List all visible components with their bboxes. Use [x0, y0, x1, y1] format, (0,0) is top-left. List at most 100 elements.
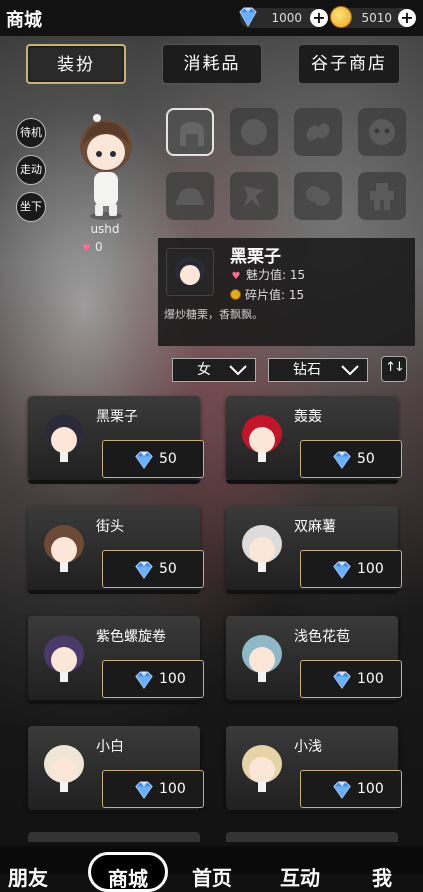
- hair-preview: [44, 525, 84, 572]
- slot-hat[interactable]: [166, 172, 214, 220]
- detail-thumbnail: [166, 248, 214, 296]
- currency-filter[interactable]: 钻石: [268, 358, 368, 382]
- add-diamonds-button[interactable]: +: [310, 9, 328, 27]
- buy-button[interactable]: 100: [102, 660, 204, 698]
- item-price: 100: [357, 561, 384, 577]
- item-price: 100: [357, 671, 384, 687]
- item-card[interactable]: 黑栗子 50: [28, 396, 204, 484]
- diamond-icon: [135, 561, 153, 579]
- item-card[interactable]: 双麻薯 100: [226, 506, 402, 594]
- nav-interact[interactable]: 互动: [280, 862, 320, 891]
- nav-shop[interactable]: 商城: [88, 852, 168, 892]
- buy-button[interactable]: 100: [300, 770, 402, 808]
- diamond-icon: [333, 781, 351, 799]
- hair-preview: [44, 745, 84, 792]
- item-price: 50: [357, 451, 375, 467]
- item-price: 100: [159, 781, 186, 797]
- walk-button[interactable]: 走动: [16, 155, 46, 185]
- diamond-count: 1000: [271, 11, 302, 25]
- nav-home[interactable]: 首页: [192, 862, 232, 891]
- item-card[interactable]: 街头 50: [28, 506, 204, 594]
- slot-accessory[interactable]: [230, 172, 278, 220]
- fragment-icon: [230, 289, 241, 300]
- slot-outfit[interactable]: [358, 172, 406, 220]
- add-coins-button[interactable]: +: [398, 9, 416, 27]
- expression-icon: [369, 119, 395, 145]
- slot-eyes[interactable]: [294, 108, 342, 156]
- item-name: 小浅: [294, 739, 322, 755]
- hair-preview: [242, 635, 282, 682]
- item-name: 小白: [96, 739, 124, 755]
- item-detail-panel: 黑栗子 ♥ 魅力值: 15 碎片值: 15 爆炒糖栗，香飘飘。: [158, 238, 415, 346]
- hair-preview: [44, 415, 84, 462]
- buy-button[interactable]: 50: [102, 440, 204, 478]
- slot-hair[interactable]: [166, 108, 214, 156]
- outfit-icon: [370, 183, 394, 210]
- diamond-icon: [135, 671, 153, 689]
- item-name: 紫色螺旋卷: [96, 629, 166, 645]
- idle-button[interactable]: 待机: [16, 118, 46, 148]
- diamond-icon: [135, 781, 153, 799]
- nav-me[interactable]: 我: [372, 862, 392, 891]
- face-icon: [241, 119, 267, 145]
- slot-top[interactable]: [294, 172, 342, 220]
- item-price: 100: [159, 671, 186, 687]
- item-name: 双麻薯: [294, 519, 336, 535]
- hair-icon: [180, 122, 204, 146]
- accessory-icon: [244, 186, 264, 208]
- partial-card: [226, 832, 398, 842]
- diamond-icon: [239, 7, 257, 28]
- coin-icon: [330, 6, 352, 28]
- item-card[interactable]: 小白 100: [28, 726, 204, 814]
- heart-icon: ♥: [82, 243, 91, 254]
- item-name: 街头: [96, 519, 124, 535]
- bottom-nav: 朋友 商城 首页 互动 我: [0, 846, 423, 892]
- tab-dressup[interactable]: 装扮: [26, 44, 126, 84]
- sort-icon: ↑↓: [385, 360, 405, 375]
- username: ushd: [90, 222, 120, 236]
- chevron-down-icon: [341, 365, 359, 376]
- buy-button[interactable]: 50: [300, 440, 402, 478]
- buy-button[interactable]: 100: [300, 550, 402, 588]
- sort-button[interactable]: ↑↓: [381, 356, 407, 382]
- eyes-icon: [306, 123, 330, 141]
- buy-button[interactable]: 50: [102, 550, 204, 588]
- item-name: 浅色花苞: [294, 629, 350, 645]
- heart-icon: ♥: [231, 271, 241, 282]
- avatar[interactable]: [66, 108, 146, 224]
- tab-goods-shop[interactable]: 谷子商店: [298, 44, 400, 84]
- detail-fragment: 碎片值: 15: [230, 286, 304, 303]
- slot-expression[interactable]: [358, 108, 406, 156]
- detail-name: 黑栗子: [230, 247, 281, 267]
- hair-preview: [242, 745, 282, 792]
- item-price: 50: [159, 451, 177, 467]
- partial-card: [28, 832, 200, 842]
- buy-button[interactable]: 100: [102, 770, 204, 808]
- chevron-down-icon: [229, 365, 247, 376]
- item-name: 黑栗子: [96, 409, 138, 425]
- hair-preview: [242, 525, 282, 572]
- item-card[interactable]: 浅色花苞 100: [226, 616, 402, 704]
- detail-charm: ♥ 魅力值: 15: [231, 268, 306, 282]
- buy-button[interactable]: 100: [300, 660, 402, 698]
- sit-button[interactable]: 坐下: [16, 192, 46, 222]
- coin-count: 5010: [361, 11, 392, 25]
- hair-preview: [242, 415, 282, 462]
- diamond-icon: [333, 561, 351, 579]
- top-icon: [306, 186, 330, 206]
- slot-face[interactable]: [230, 108, 278, 156]
- diamond-icon: [333, 451, 351, 469]
- gender-filter[interactable]: 女: [172, 358, 256, 382]
- item-card[interactable]: 紫色螺旋卷 100: [28, 616, 204, 704]
- tab-consumables[interactable]: 消耗品: [162, 44, 262, 84]
- diamond-icon: [135, 451, 153, 469]
- item-price: 50: [159, 561, 177, 577]
- page-title: 商城: [6, 10, 42, 31]
- item-card[interactable]: 小浅 100: [226, 726, 402, 814]
- item-card[interactable]: 轰轰 50: [226, 396, 402, 484]
- charm-value: ♥ 0: [82, 240, 103, 254]
- nav-friends[interactable]: 朋友: [8, 862, 48, 891]
- category-tabs: 装扮 消耗品 谷子商店: [0, 44, 423, 86]
- coin-balance: 5010 +: [330, 6, 416, 28]
- detail-description: 爆炒糖栗，香飘飘。: [164, 308, 263, 321]
